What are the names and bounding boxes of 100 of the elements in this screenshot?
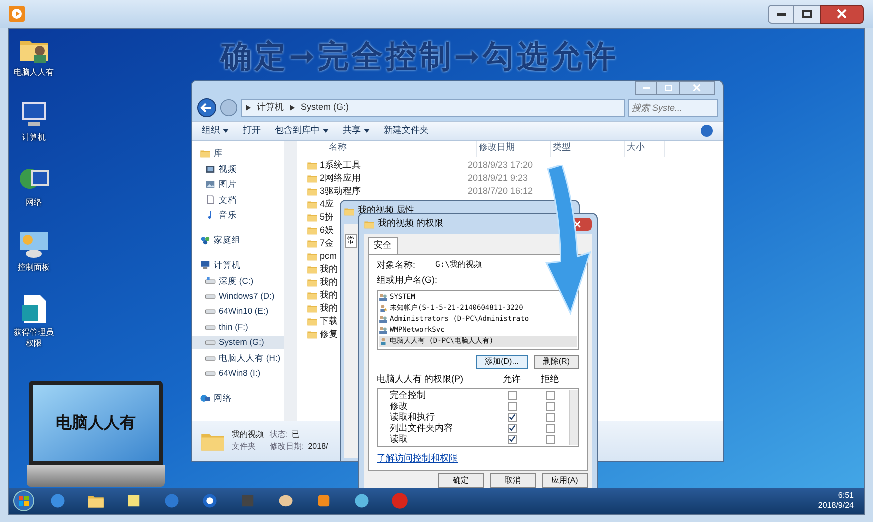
dialog-button[interactable]: 取消 (490, 473, 536, 488)
nav-item[interactable]: Windows7 (D:) (192, 290, 284, 304)
instruction-text: 确定➞完全控制➞勾选允许 (221, 38, 619, 77)
caret-icon (323, 129, 329, 133)
folder-icon (307, 290, 318, 301)
file-name[interactable]: 1系统工具 (318, 158, 468, 172)
clock-time[interactable]: 6:51 (838, 491, 854, 501)
details-type: 文件夹 (232, 441, 257, 453)
nav-item[interactable]: 网络 (192, 392, 284, 406)
folder-icon (307, 212, 318, 223)
chevron-icon[interactable] (290, 105, 295, 111)
desktop-icon-label[interactable]: 电脑人人有 (12, 67, 56, 78)
checkbox[interactable] (546, 391, 554, 400)
file-date: 2018/9/23 17:20 (468, 158, 534, 172)
checkbox[interactable] (508, 424, 516, 433)
start-button[interactable] (13, 490, 35, 512)
folder-icon (307, 264, 318, 275)
column-header: 拒绝 (540, 372, 560, 386)
help-link[interactable]: 了解访问控制和权限 (377, 452, 579, 466)
checkbox[interactable] (508, 391, 516, 400)
video-icon (205, 164, 216, 175)
desktop-icon-label[interactable]: 控制面板 (12, 262, 56, 273)
group-icon (379, 292, 388, 302)
folder-icon (307, 251, 318, 262)
permission-name: 读取和执行 (390, 410, 436, 424)
picture-icon (205, 179, 216, 190)
tab[interactable]: 常 (345, 234, 357, 248)
nav-item[interactable]: 64Win8 (I:) (192, 366, 284, 380)
caret-icon (364, 129, 370, 133)
tab[interactable]: 安全 (368, 237, 398, 254)
close-icon (693, 84, 701, 92)
nav-item[interactable]: 计算机 (192, 258, 284, 272)
nav-item[interactable]: 库 (192, 147, 284, 160)
breadcrumb-item[interactable]: 计算机 (257, 101, 284, 115)
minimize-button[interactable] (768, 4, 794, 24)
toolbar-button[interactable]: 共享 (343, 124, 370, 138)
clock-date[interactable]: 2018/9/24 (818, 501, 854, 511)
folder-icon (307, 238, 318, 249)
scrollbar[interactable] (569, 390, 578, 445)
homegroup-icon (200, 234, 211, 246)
group-icon (379, 326, 388, 334)
checkbox[interactable] (546, 413, 554, 422)
folder-icon (307, 186, 318, 197)
nav-item[interactable]: 音乐 (192, 208, 284, 222)
close-button[interactable] (820, 4, 864, 24)
unknown-icon (379, 304, 388, 312)
nav-item[interactable]: System (G:) (192, 336, 284, 350)
toolbar-button[interactable]: 包含到库中 (275, 124, 329, 138)
checkbox[interactable] (508, 402, 516, 411)
checkbox[interactable] (546, 402, 554, 411)
close-icon (574, 220, 580, 228)
dialog-title: 我的视频 的权限 (378, 217, 445, 230)
dialog-button[interactable]: 应用(A) (542, 473, 588, 488)
nav-item[interactable]: 视频 (192, 162, 284, 176)
toolbar-button[interactable]: 打开 (243, 124, 261, 138)
folder-icon (307, 303, 318, 314)
field-label: 对象名称: (377, 258, 416, 272)
file-name[interactable]: 2网络应用 (318, 172, 468, 186)
desktop-icon-label[interactable]: 网络 (12, 197, 56, 208)
nav-item[interactable]: 电脑人人有 (H:) (192, 351, 284, 365)
folder-icon (307, 225, 318, 236)
column-header[interactable]: 名称 (327, 141, 477, 157)
details-value: 2018/ (308, 441, 328, 453)
nav-item[interactable]: 深度 (C:) (192, 274, 284, 288)
chevron-icon[interactable] (246, 105, 251, 111)
doc-icon (205, 194, 216, 206)
desktop-icon-label[interactable]: 计算机 (12, 132, 56, 143)
file-name[interactable]: 3驱动程序 (318, 184, 468, 198)
toolbar-button[interactable]: 组织 (202, 124, 229, 138)
nav-item[interactable]: 文档 (192, 193, 284, 207)
breadcrumb-item[interactable]: System (G:) (301, 101, 350, 115)
play-icon[interactable] (9, 6, 25, 22)
column-header[interactable]: 大小 (625, 141, 665, 157)
drive-icon (205, 276, 216, 286)
checkbox[interactable] (508, 413, 516, 422)
toolbar-button[interactable]: 新建文件夹 (384, 124, 429, 138)
column-header[interactable]: 修改日期 (477, 141, 551, 157)
round-badge-icon (391, 492, 409, 510)
nav-item[interactable]: 家庭组 (192, 234, 284, 248)
details-label: 状态: (270, 429, 288, 441)
details-label: 修改日期: (270, 441, 304, 453)
checkbox[interactable] (508, 435, 516, 444)
nav-item[interactable]: 64Win10 (E:) (192, 305, 284, 319)
dialog-button[interactable]: 确定 (438, 473, 484, 488)
back-icon[interactable] (197, 98, 217, 118)
desktop-icon-label[interactable]: 获得管理员权限 (12, 327, 56, 349)
nav-item[interactable]: 图片 (192, 178, 284, 192)
address-bar[interactable]: 计算机 System (G:) (241, 99, 625, 117)
checkbox[interactable] (546, 424, 554, 433)
field-label: 电脑人人有 的权限(P) (377, 372, 464, 386)
maximize-button[interactable] (794, 4, 820, 24)
remove-button[interactable]: 删除(R) (534, 354, 579, 368)
nav-item[interactable]: thin (F:) (192, 320, 284, 334)
permission-name: 列出文件夹内容 (390, 422, 454, 434)
search-field[interactable]: 搜索 Syste... (628, 99, 718, 117)
add-button[interactable]: 添加(D)... (476, 354, 528, 368)
folder-icon (307, 160, 318, 171)
details-name: 我的视频 (232, 429, 264, 441)
checkbox[interactable] (546, 435, 554, 444)
column-header[interactable]: 类型 (551, 141, 625, 157)
